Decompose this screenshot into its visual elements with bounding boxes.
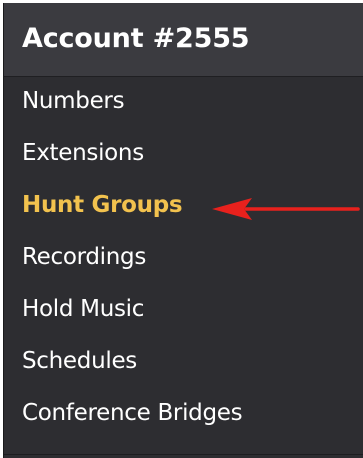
sidebar-item-label: Conference Bridges bbox=[22, 400, 243, 426]
red-arrow-icon bbox=[212, 198, 360, 220]
sidebar-item-recordings[interactable]: Recordings bbox=[4, 233, 363, 285]
sidebar-item-label: Numbers bbox=[22, 88, 125, 114]
sidebar-item-conference-bridges[interactable]: Conference Bridges bbox=[4, 389, 363, 441]
account-sidebar-panel: Account #2555 Numbers Extensions Hunt Gr… bbox=[3, 3, 363, 458]
sidebar-bottom-divider bbox=[4, 454, 363, 455]
sidebar-item-label: Extensions bbox=[22, 140, 144, 166]
sidebar-item-extensions[interactable]: Extensions bbox=[4, 129, 363, 181]
sidebar-item-label: Recordings bbox=[22, 244, 147, 270]
sidebar-item-label: Hold Music bbox=[22, 296, 145, 322]
sidebar-item-label: Schedules bbox=[22, 348, 137, 374]
sidebar-item-numbers[interactable]: Numbers bbox=[4, 77, 363, 129]
account-title: Account #2555 bbox=[22, 23, 250, 54]
sidebar-item-hold-music[interactable]: Hold Music bbox=[4, 285, 363, 337]
sidebar-menu: Numbers Extensions Hunt Groups Recording… bbox=[4, 77, 363, 441]
sidebar-item-label: Hunt Groups bbox=[22, 192, 183, 218]
sidebar-header: Account #2555 bbox=[4, 3, 363, 77]
sidebar-item-schedules[interactable]: Schedules bbox=[4, 337, 363, 389]
